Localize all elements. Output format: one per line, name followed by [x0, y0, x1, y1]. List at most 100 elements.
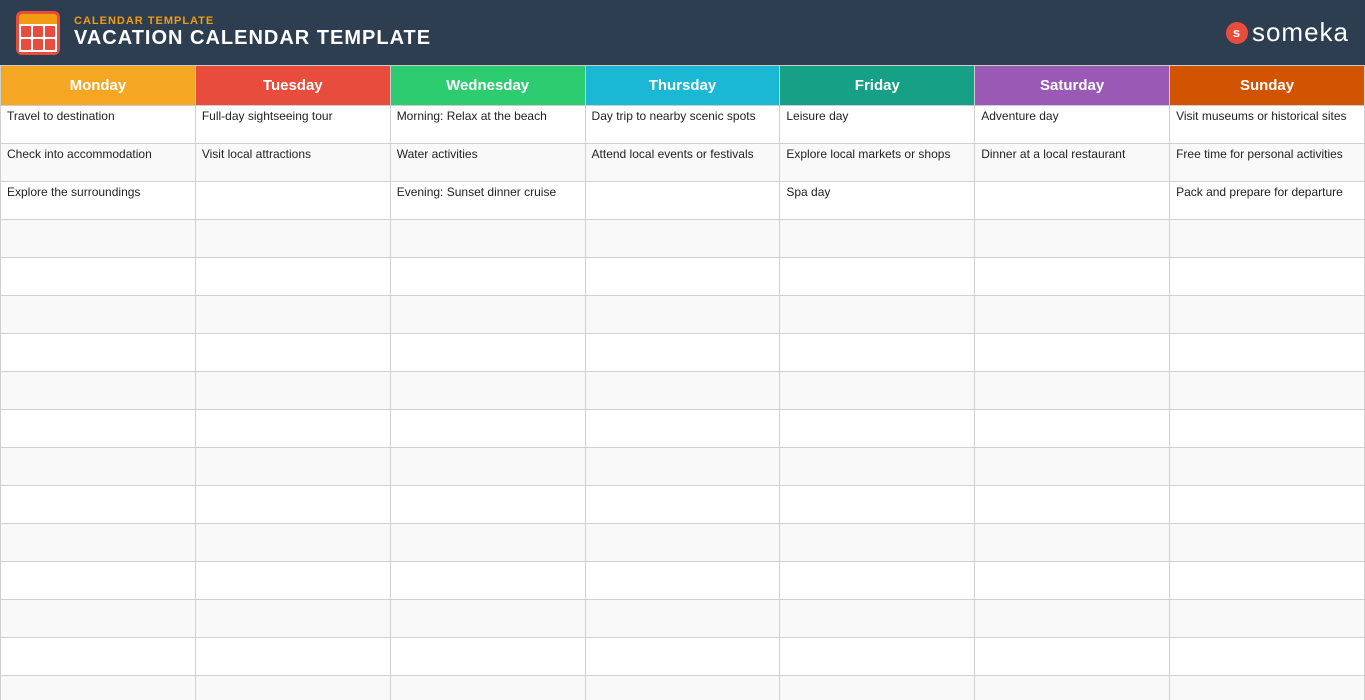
- cell-r12-c5: [975, 562, 1170, 600]
- cell-r15-c4: [780, 676, 975, 700]
- col-header-saturday: Saturday: [975, 66, 1170, 106]
- cell-r0-c4: Leisure day: [780, 106, 975, 144]
- cell-r11-c5: [975, 524, 1170, 562]
- cell-r6-c1: [195, 334, 390, 372]
- cell-r7-c4: [780, 372, 975, 410]
- cell-r6-c3: [585, 334, 780, 372]
- cell-r11-c1: [195, 524, 390, 562]
- someka-logo: s someka: [1226, 17, 1349, 48]
- cell-r6-c4: [780, 334, 975, 372]
- cell-r11-c4: [780, 524, 975, 562]
- cell-r13-c4: [780, 600, 975, 638]
- cell-r12-c1: [195, 562, 390, 600]
- cell-r8-c1: [195, 410, 390, 448]
- cell-r8-c5: [975, 410, 1170, 448]
- cell-r9-c5: [975, 448, 1170, 486]
- cell-r10-c1: [195, 486, 390, 524]
- table-row: [1, 258, 1365, 296]
- someka-text: someka: [1252, 17, 1349, 48]
- cell-r0-c2: Morning: Relax at the beach: [390, 106, 585, 144]
- calendar-body: Travel to destinationFull-day sightseein…: [1, 106, 1365, 700]
- cell-r0-c3: Day trip to nearby scenic spots: [585, 106, 780, 144]
- table-row: [1, 220, 1365, 258]
- cell-r10-c3: [585, 486, 780, 524]
- cell-r11-c3: [585, 524, 780, 562]
- cell-r13-c1: [195, 600, 390, 638]
- cell-r15-c0: [1, 676, 196, 700]
- cell-r3-c3: [585, 220, 780, 258]
- cell-r3-c0: [1, 220, 196, 258]
- cell-r11-c2: [390, 524, 585, 562]
- cell-r2-c3: [585, 182, 780, 220]
- cell-r7-c2: [390, 372, 585, 410]
- cell-r8-c3: [585, 410, 780, 448]
- cell-r6-c5: [975, 334, 1170, 372]
- col-header-wednesday: Wednesday: [390, 66, 585, 106]
- cell-r7-c1: [195, 372, 390, 410]
- table-row: [1, 372, 1365, 410]
- col-header-tuesday: Tuesday: [195, 66, 390, 106]
- cell-r5-c5: [975, 296, 1170, 334]
- cell-r5-c0: [1, 296, 196, 334]
- cell-r9-c1: [195, 448, 390, 486]
- col-header-monday: Monday: [1, 66, 196, 106]
- cell-r10-c2: [390, 486, 585, 524]
- cell-r1-c2: Water activities: [390, 144, 585, 182]
- cell-r4-c0: [1, 258, 196, 296]
- cell-r4-c2: [390, 258, 585, 296]
- col-header-thursday: Thursday: [585, 66, 780, 106]
- cell-r15-c5: [975, 676, 1170, 700]
- cell-r8-c4: [780, 410, 975, 448]
- cell-r10-c6: [1170, 486, 1365, 524]
- cell-r14-c2: [390, 638, 585, 676]
- cell-r4-c6: [1170, 258, 1365, 296]
- cell-r10-c5: [975, 486, 1170, 524]
- calendar-container: MondayTuesdayWednesdayThursdayFridaySatu…: [0, 65, 1365, 700]
- cell-r15-c2: [390, 676, 585, 700]
- cell-r12-c2: [390, 562, 585, 600]
- cell-r13-c3: [585, 600, 780, 638]
- cell-r9-c3: [585, 448, 780, 486]
- cell-r13-c6: [1170, 600, 1365, 638]
- cell-r0-c1: Full-day sightseeing tour: [195, 106, 390, 144]
- cell-r15-c1: [195, 676, 390, 700]
- cell-r5-c6: [1170, 296, 1365, 334]
- table-row: [1, 600, 1365, 638]
- cell-r6-c6: [1170, 334, 1365, 372]
- cell-r5-c3: [585, 296, 780, 334]
- cell-r9-c0: [1, 448, 196, 486]
- cell-r0-c6: Visit museums or historical sites: [1170, 106, 1365, 144]
- cell-r2-c2: Evening: Sunset dinner cruise: [390, 182, 585, 220]
- cell-r3-c2: [390, 220, 585, 258]
- cell-r5-c4: [780, 296, 975, 334]
- cell-r10-c0: [1, 486, 196, 524]
- cell-r4-c3: [585, 258, 780, 296]
- cell-r3-c5: [975, 220, 1170, 258]
- cell-r3-c4: [780, 220, 975, 258]
- header-left: CALENDAR TEMPLATE VACATION CALENDAR TEMP…: [16, 11, 431, 55]
- header: CALENDAR TEMPLATE VACATION CALENDAR TEMP…: [0, 0, 1365, 65]
- calendar-icon: [16, 11, 60, 55]
- table-row: [1, 562, 1365, 600]
- col-header-friday: Friday: [780, 66, 975, 106]
- cell-r2-c0: Explore the surroundings: [1, 182, 196, 220]
- table-row: [1, 486, 1365, 524]
- cell-r12-c3: [585, 562, 780, 600]
- cell-r1-c0: Check into accommodation: [1, 144, 196, 182]
- cell-r1-c5: Dinner at a local restaurant: [975, 144, 1170, 182]
- cell-r12-c4: [780, 562, 975, 600]
- cell-r8-c2: [390, 410, 585, 448]
- cell-r5-c2: [390, 296, 585, 334]
- cell-r1-c3: Attend local events or festivals: [585, 144, 780, 182]
- table-row: Check into accommodationVisit local attr…: [1, 144, 1365, 182]
- cell-r12-c6: [1170, 562, 1365, 600]
- cell-r0-c0: Travel to destination: [1, 106, 196, 144]
- table-row: [1, 448, 1365, 486]
- table-row: [1, 296, 1365, 334]
- cell-r11-c0: [1, 524, 196, 562]
- cell-r14-c5: [975, 638, 1170, 676]
- cell-r4-c5: [975, 258, 1170, 296]
- table-row: [1, 676, 1365, 700]
- cell-r1-c1: Visit local attractions: [195, 144, 390, 182]
- cell-r5-c1: [195, 296, 390, 334]
